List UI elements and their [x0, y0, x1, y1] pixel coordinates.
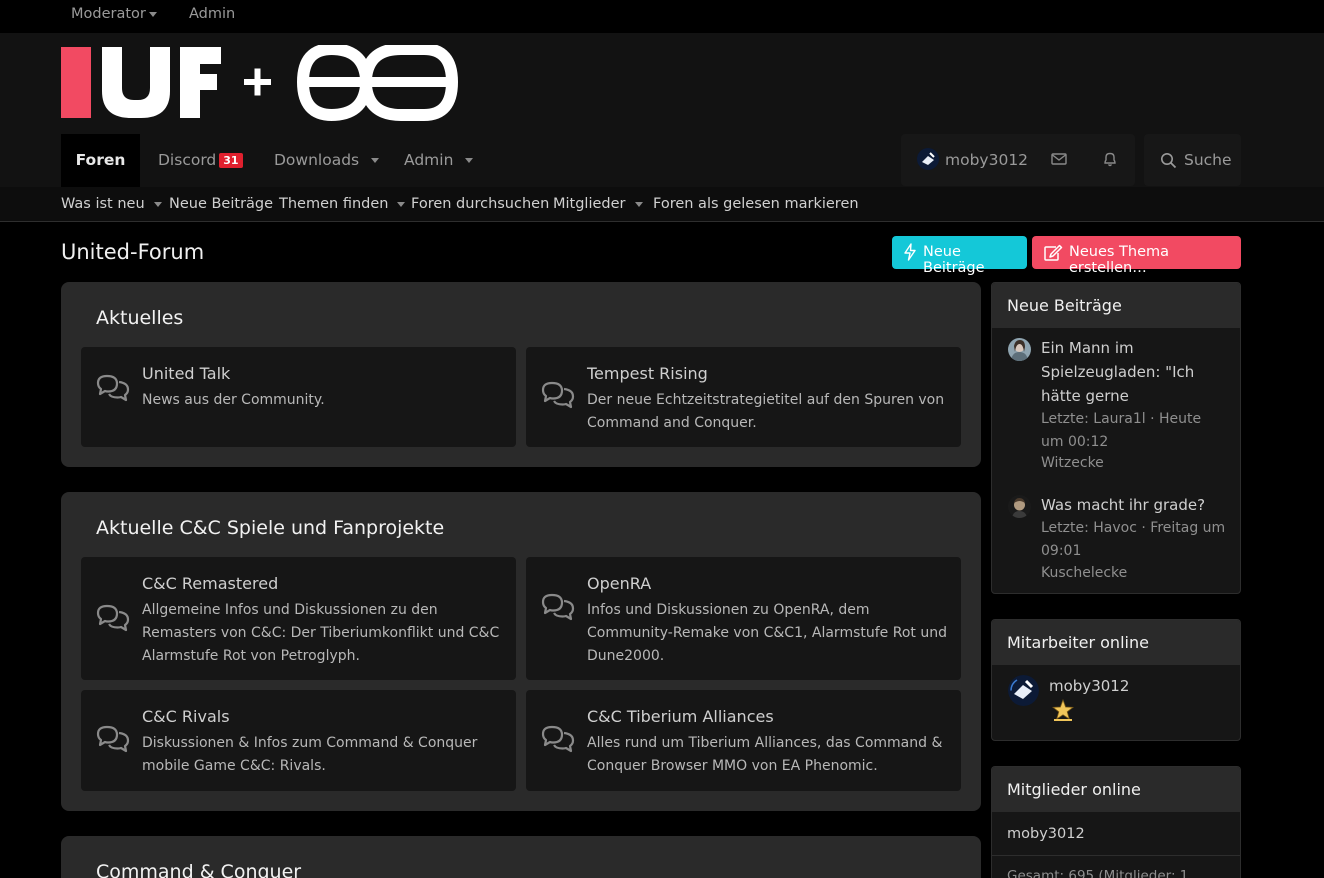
subnav-new-posts[interactable]: Neue Beiträge: [169, 196, 273, 212]
forum-node[interactable]: United Talk News aus der Community.: [81, 347, 516, 447]
edit-icon: [1044, 244, 1063, 261]
tab-discord-label: Discord: [158, 151, 217, 169]
thread-title[interactable]: Ein Mann im Spielzeugladen: "Ich hätte g…: [1041, 336, 1231, 408]
staff-online-widget: Mitarbeiter online moby3012: [991, 619, 1241, 741]
forum-description: Alles rund um Tiberium Alliances, das Co…: [587, 735, 943, 774]
new-posts-widget: Neue Beiträge Ein Mann im Spielzeugladen…: [991, 282, 1241, 594]
forum-title[interactable]: C&C Rivals: [142, 707, 230, 726]
subnav-whats-new-label: Was ist neu: [61, 196, 145, 212]
avatar[interactable]: [1008, 675, 1039, 706]
forum-node[interactable]: C&C Rivals Diskussionen & Infos zum Comm…: [81, 690, 516, 791]
forum-description: Infos und Diskussionen zu OpenRA, dem Co…: [587, 602, 947, 664]
tab-admin[interactable]: Admin: [404, 134, 474, 187]
staff-bar: Moderator Admin: [0, 0, 1324, 33]
subnav-whats-new[interactable]: Was ist neu: [61, 196, 162, 212]
avatar[interactable]: [1008, 495, 1031, 518]
widget-title[interactable]: Mitglieder online: [992, 767, 1240, 812]
avatar: [917, 148, 939, 170]
discord-count-badge: 31: [219, 153, 243, 168]
forum-description: Der neue Echtzeitstrategietitel auf den …: [587, 392, 945, 431]
new-thread-button[interactable]: Neues Thema erstellen…: [1032, 236, 1241, 276]
category-aktuelles: Aktuelles United Talk News aus der Commu…: [61, 282, 981, 467]
members-online-widget: Mitglieder online moby3012 Gesamt: 695 (…: [991, 766, 1241, 878]
tab-downloads[interactable]: Downloads: [274, 134, 380, 187]
tab-forums[interactable]: Foren: [61, 134, 140, 187]
moderator-label: Moderator: [71, 6, 146, 22]
subnav-find-threads[interactable]: Themen finden: [279, 196, 406, 212]
divider: [992, 855, 1240, 856]
avatar[interactable]: [1008, 338, 1031, 361]
search-icon: [1161, 153, 1177, 169]
forum-title[interactable]: United Talk: [142, 364, 230, 383]
category-current-games: Aktuelle C&C Spiele und Fanprojekte C&C …: [61, 492, 981, 811]
envelope-icon[interactable]: [1051, 152, 1067, 166]
forum-node[interactable]: C&C Remastered Allgemeine Infos und Disk…: [81, 557, 516, 680]
search-button[interactable]: Suche: [1144, 134, 1241, 186]
thread-forum[interactable]: Kuschelecke: [1041, 565, 1127, 581]
thread-title[interactable]: Was macht ihr grade?: [1041, 493, 1231, 517]
online-total: Gesamt: 695 (Mitglieder: 1,: [1007, 868, 1193, 878]
forum-title[interactable]: C&C Remastered: [142, 574, 278, 593]
account-box: moby3012: [901, 134, 1135, 186]
sub-navigation: Was ist neu Neue Beiträge Themen finden …: [0, 187, 1324, 222]
subnav-search-forums[interactable]: Foren durchsuchen: [411, 196, 549, 212]
subnav-members[interactable]: Mitglieder: [553, 196, 643, 212]
chevron-down-icon[interactable]: [371, 158, 380, 163]
category-title[interactable]: Aktuelles: [96, 307, 183, 329]
comments-icon: [96, 725, 130, 753]
site-logo[interactable]: [61, 45, 461, 121]
thread-forum[interactable]: Witzecke: [1041, 455, 1104, 471]
thread-meta[interactable]: Letzte: Havoc · Freitag um 09:01: [1041, 517, 1226, 562]
category-title[interactable]: Command & Conquer: [96, 861, 301, 878]
subnav-mark-read[interactable]: Foren als gelesen markieren: [653, 196, 859, 212]
search-label: Suche: [1184, 151, 1232, 169]
user-menu[interactable]: moby3012: [901, 134, 1037, 186]
comments-icon: [541, 725, 575, 753]
subnav-find-threads-label: Themen finden: [279, 196, 389, 212]
forum-description: News aus der Community.: [142, 392, 325, 408]
forum-title[interactable]: Tempest Rising: [587, 364, 708, 383]
comments-icon: [96, 604, 130, 632]
tab-admin-label: Admin: [404, 151, 454, 169]
chevron-down-icon[interactable]: [465, 158, 474, 163]
chevron-down-icon[interactable]: [153, 201, 162, 207]
star-icon: [1052, 698, 1074, 721]
comments-icon: [541, 381, 575, 409]
forum-title[interactable]: OpenRA: [587, 574, 651, 593]
forum-description: Diskussionen & Infos zum Command & Conqu…: [142, 735, 478, 774]
new-posts-button-label: Neue Beiträge: [923, 244, 985, 276]
subnav-members-label: Mitglieder: [553, 196, 626, 212]
forum-node[interactable]: C&C Tiberium Alliances Alles rund um Tib…: [526, 690, 961, 791]
staff-username[interactable]: moby3012: [1049, 677, 1129, 695]
page-title: United-Forum: [61, 240, 205, 264]
forum-description: Allgemeine Infos und Diskussionen zu den…: [142, 602, 500, 664]
thread-meta[interactable]: Letzte: Laura1l · Heute um 00:12: [1041, 408, 1226, 453]
comments-icon: [96, 374, 130, 402]
site-header: Foren Discord 31 Downloads Admin moby3012…: [0, 33, 1324, 187]
tab-discord[interactable]: Discord 31: [158, 134, 243, 187]
widget-title[interactable]: Mitarbeiter online: [992, 620, 1240, 665]
username: moby3012: [945, 151, 1029, 169]
forum-title[interactable]: C&C Tiberium Alliances: [587, 707, 774, 726]
widget-title[interactable]: Neue Beiträge: [992, 283, 1240, 328]
forum-node[interactable]: Tempest Rising Der neue Echtzeitstrategi…: [526, 347, 961, 447]
admin-link[interactable]: Admin: [189, 6, 235, 22]
bolt-icon: [904, 243, 916, 261]
chevron-down-icon[interactable]: [397, 201, 406, 207]
category-title[interactable]: Aktuelle C&C Spiele und Fanprojekte: [96, 517, 444, 539]
tab-downloads-label: Downloads: [274, 151, 360, 169]
bell-icon[interactable]: [1102, 151, 1118, 168]
moderator-menu[interactable]: Moderator: [71, 6, 157, 22]
chevron-down-icon[interactable]: [634, 201, 643, 207]
new-thread-button-label: Neues Thema erstellen…: [1069, 244, 1170, 276]
chevron-down-icon: [148, 11, 157, 17]
comments-icon: [541, 593, 575, 621]
category-command-conquer: Command & Conquer: [61, 836, 981, 878]
forum-node[interactable]: OpenRA Infos und Diskussionen zu OpenRA,…: [526, 557, 961, 680]
member-username[interactable]: moby3012: [1007, 826, 1085, 842]
new-posts-button[interactable]: Neue Beiträge: [892, 236, 1027, 276]
